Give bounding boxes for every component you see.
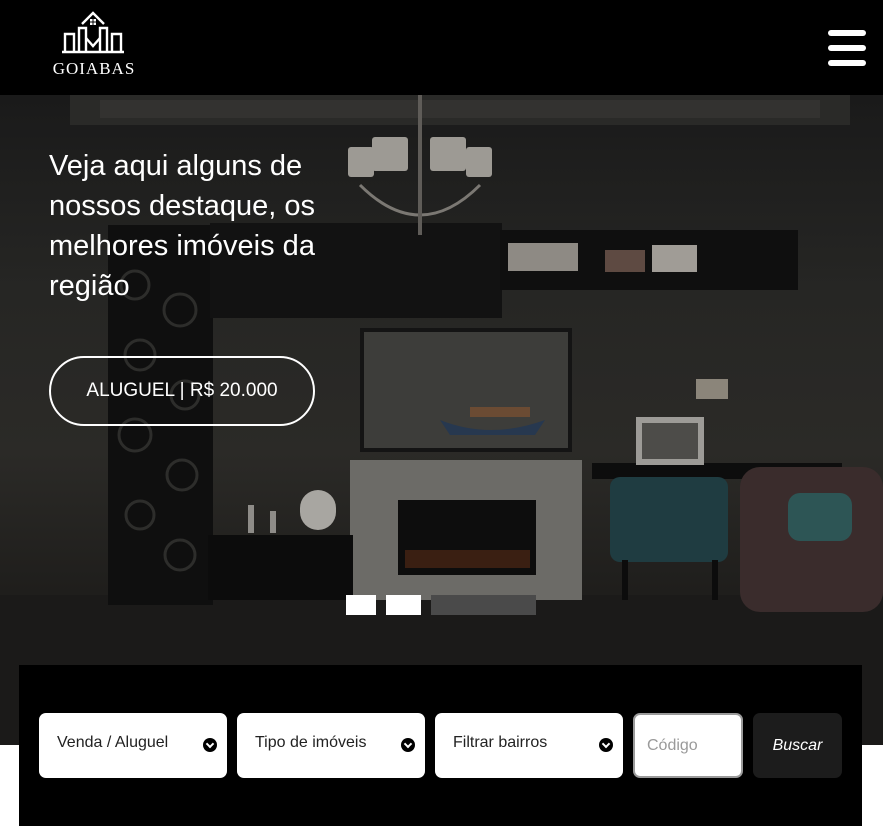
- page: GOIABAS Veja aqui alguns de nossos desta…: [0, 0, 883, 836]
- featured-property-button[interactable]: ALUGUEL | R$ 20.000: [49, 356, 315, 426]
- neighborhood-select[interactable]: Filtrar bairros: [435, 713, 623, 778]
- slider-dot-2[interactable]: [386, 595, 421, 615]
- chevron-down-icon: [203, 738, 217, 752]
- property-type-label: Tipo de imóveis: [255, 734, 367, 751]
- code-input[interactable]: [633, 713, 743, 778]
- property-search-bar: Venda / Aluguel Tipo de imóveis Filtrar …: [19, 665, 862, 826]
- hamburger-menu-icon[interactable]: [828, 30, 866, 66]
- house-logo-icon: [62, 11, 124, 54]
- logo-text: GOIABAS: [52, 59, 136, 78]
- deal-type-select[interactable]: Venda / Aluguel: [39, 713, 227, 778]
- slider-pagination: [346, 595, 536, 615]
- chevron-down-icon: [401, 738, 415, 752]
- hero-title: Veja aqui alguns de nossos destaque, os …: [49, 150, 316, 302]
- slider-dot-3-active[interactable]: [431, 595, 536, 615]
- site-header: GOIABAS: [0, 0, 883, 95]
- logo[interactable]: GOIABAS: [46, 10, 142, 80]
- property-type-select[interactable]: Tipo de imóveis: [237, 713, 425, 778]
- hero-slider: Veja aqui alguns de nossos destaque, os …: [0, 95, 883, 745]
- slider-dot-1[interactable]: [346, 595, 376, 615]
- deal-type-label: Venda / Aluguel: [57, 734, 169, 751]
- search-button[interactable]: Buscar: [753, 713, 842, 778]
- chevron-down-icon: [599, 738, 613, 752]
- neighborhood-label: Filtrar bairros: [453, 734, 548, 751]
